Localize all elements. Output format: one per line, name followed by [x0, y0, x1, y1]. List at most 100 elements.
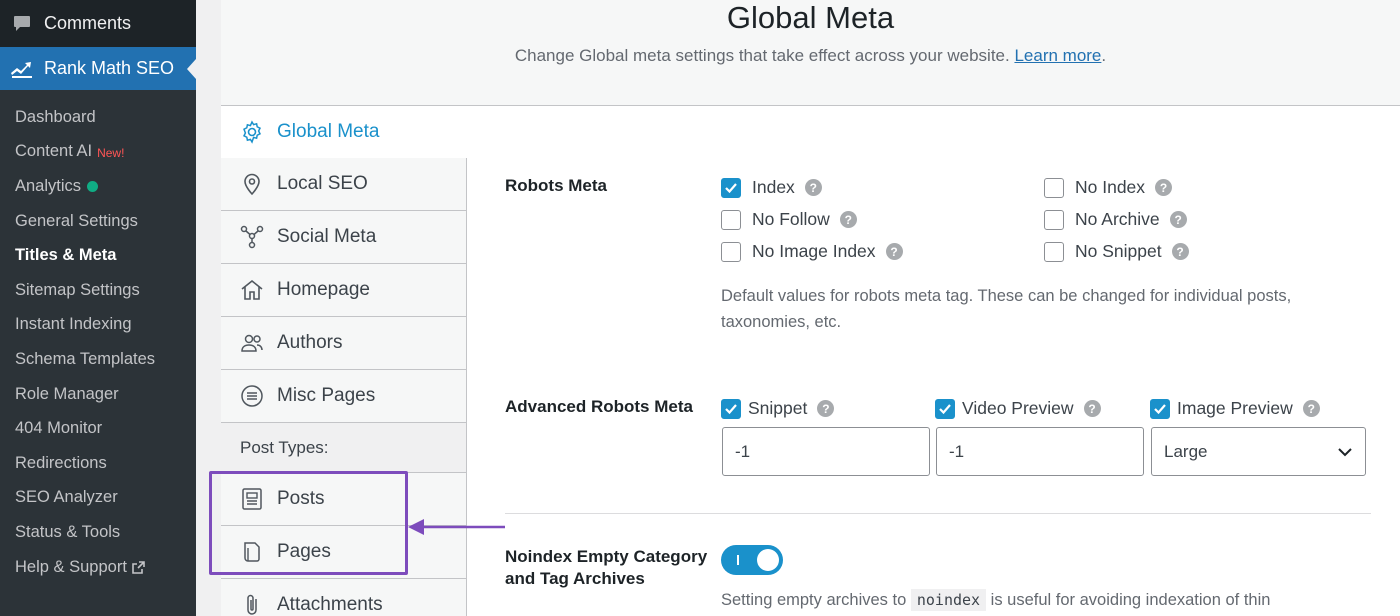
- tab-label: Misc Pages: [277, 385, 376, 406]
- noindex-code: noindex: [910, 589, 987, 611]
- checkbox-label: No Follow: [752, 209, 830, 229]
- help-icon[interactable]: ?: [885, 243, 903, 260]
- help-icon[interactable]: ?: [1083, 400, 1101, 417]
- tab-global-meta[interactable]: Global Meta: [221, 106, 467, 158]
- checkbox-label: Image Preview: [1177, 398, 1293, 418]
- robots-meta-label: Robots Meta: [505, 176, 607, 195]
- submenu-instant-indexing[interactable]: Instant Indexing: [0, 308, 196, 343]
- submenu-label: 404 Monitor: [15, 419, 103, 438]
- rank-math-submenu: Dashboard Content AI New! Analytics Gener…: [0, 90, 196, 616]
- help-icon[interactable]: ?: [817, 400, 835, 417]
- help-icon[interactable]: ?: [1155, 179, 1173, 196]
- subtitle-period: .: [1101, 46, 1107, 65]
- list-circle-icon: [241, 385, 263, 407]
- checkbox-label: No Index: [1075, 177, 1146, 197]
- status-dot-icon: [87, 180, 99, 192]
- checkbox-label: Video Preview: [962, 398, 1074, 418]
- no-index-checkbox[interactable]: No Index ?: [1044, 177, 1173, 198]
- subtitle-text: Change Global meta settings that take ef…: [514, 46, 1010, 65]
- submenu-status-tools[interactable]: Status & Tools: [0, 515, 196, 550]
- toggle-knob: [757, 549, 779, 571]
- tab-misc-pages[interactable]: Misc Pages: [221, 370, 466, 423]
- noindex-empty-toggle[interactable]: [721, 545, 783, 575]
- checkbox-unchecked-icon: [1044, 177, 1064, 198]
- comments-icon: [14, 15, 30, 31]
- new-badge: New!: [97, 145, 125, 160]
- submenu-404-monitor[interactable]: 404 Monitor: [0, 411, 196, 446]
- checkbox-label: Index: [752, 177, 795, 197]
- submenu-role-manager[interactable]: Role Manager: [0, 377, 196, 412]
- page-title: Global Meta: [726, 0, 895, 35]
- no-follow-checkbox[interactable]: No Follow ?: [721, 209, 857, 230]
- submenu-seo-analyzer[interactable]: SEO Analyzer: [0, 481, 196, 516]
- submenu-label: Schema Templates: [15, 349, 156, 368]
- no-snippet-checkbox[interactable]: No Snippet ?: [1044, 241, 1189, 262]
- robots-meta-description: Default values for robots meta tag. Thes…: [721, 283, 1361, 335]
- tab-social-meta[interactable]: Social Meta: [221, 211, 466, 264]
- menu-rank-math-label: Rank Math SEO: [44, 58, 175, 78]
- description-line: taxonomies, etc.: [721, 313, 842, 331]
- submenu-label: Titles & Meta: [15, 246, 117, 265]
- annotation-arrow-icon: [408, 519, 505, 535]
- help-icon[interactable]: ?: [804, 179, 822, 196]
- toggle-on-indicator: [737, 555, 739, 565]
- description-line: Default values for robots meta tag. Thes…: [721, 287, 1292, 305]
- checkbox-checked-icon: [721, 177, 741, 198]
- video-preview-checkbox[interactable]: Video Preview ?: [935, 398, 1101, 419]
- submenu-dashboard[interactable]: Dashboard: [0, 100, 196, 135]
- desc-text: is useful for avoiding indexation of thi…: [990, 591, 1271, 609]
- submenu-label: Instant Indexing: [15, 315, 132, 334]
- submenu-redirections[interactable]: Redirections: [0, 446, 196, 481]
- admin-sidebar: Comments Rank Math SEO Dashboard Content…: [0, 0, 196, 616]
- tab-label: Social Meta: [277, 226, 377, 247]
- posts-pages-highlight: [209, 471, 408, 575]
- select-value: Large: [1164, 441, 1208, 461]
- submenu-label: Redirections: [15, 453, 107, 472]
- tab-homepage[interactable]: Homepage: [221, 264, 466, 317]
- submenu-label: SEO Analyzer: [15, 488, 118, 507]
- tab-authors[interactable]: Authors: [221, 317, 466, 370]
- checkbox-label: No Image Index: [752, 241, 876, 261]
- no-image-index-checkbox[interactable]: No Image Index ?: [721, 241, 903, 262]
- submenu-general-settings[interactable]: General Settings: [0, 204, 196, 239]
- no-archive-checkbox[interactable]: No Archive ?: [1044, 209, 1187, 230]
- menu-comments[interactable]: Comments: [0, 0, 196, 47]
- help-icon[interactable]: ?: [1169, 211, 1187, 228]
- users-icon: [241, 334, 263, 352]
- image-preview-select[interactable]: Large: [1151, 427, 1366, 476]
- image-preview-checkbox[interactable]: Image Preview ?: [1150, 398, 1320, 419]
- menu-rank-math[interactable]: Rank Math SEO: [0, 47, 196, 90]
- checkbox-checked-icon: [721, 398, 741, 419]
- submenu-content-ai[interactable]: Content AI New!: [0, 135, 196, 170]
- video-preview-length-input[interactable]: -1: [936, 427, 1144, 476]
- network-icon: [240, 225, 264, 249]
- submenu-schema-templates[interactable]: Schema Templates: [0, 342, 196, 377]
- submenu-label: General Settings: [15, 211, 138, 230]
- tab-local-seo[interactable]: Local SEO: [221, 158, 466, 211]
- learn-more-link[interactable]: Learn more: [1014, 46, 1101, 65]
- help-icon[interactable]: ?: [1302, 400, 1320, 417]
- submenu-sitemap-settings[interactable]: Sitemap Settings: [0, 273, 196, 308]
- tab-attachments[interactable]: Attachments: [221, 579, 466, 616]
- submenu-titles-meta[interactable]: Titles & Meta: [0, 238, 196, 273]
- checkbox-label: Snippet: [748, 398, 808, 418]
- snippet-length-input[interactable]: -1: [722, 427, 930, 476]
- checkbox-label: No Snippet: [1075, 241, 1162, 261]
- paperclip-icon: [247, 594, 257, 615]
- checkbox-label: No Archive: [1075, 209, 1160, 229]
- submenu-label: Analytics: [15, 176, 82, 195]
- snippet-checkbox[interactable]: Snippet ?: [721, 398, 835, 419]
- help-icon[interactable]: ?: [839, 211, 857, 228]
- location-pin-icon: [244, 173, 260, 196]
- menu-comments-label: Comments: [44, 13, 132, 33]
- tab-label: Attachments: [277, 594, 383, 615]
- submenu-help-support[interactable]: Help & Support: [0, 550, 196, 585]
- desc-text: Setting empty archives to: [721, 591, 907, 609]
- noindex-empty-label: Noindex Empty Category and Tag Archives: [505, 546, 707, 590]
- index-checkbox[interactable]: Index ?: [721, 177, 822, 198]
- checkbox-unchecked-icon: [1044, 241, 1064, 262]
- submenu-analytics[interactable]: Analytics: [0, 169, 196, 204]
- rank-math-logo-icon: [11, 61, 32, 78]
- tab-label: Authors: [277, 332, 343, 353]
- help-icon[interactable]: ?: [1171, 243, 1189, 260]
